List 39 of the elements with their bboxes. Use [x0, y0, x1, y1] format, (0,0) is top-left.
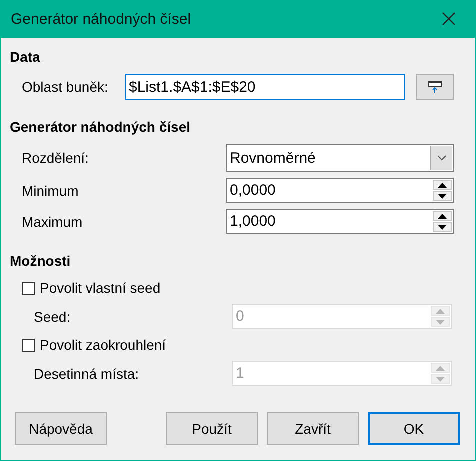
spin-up-button[interactable]: [433, 180, 452, 190]
close-icon: [442, 12, 456, 26]
field-label: Seed:: [34, 308, 72, 324]
checkbox[interactable]: [22, 338, 35, 352]
up-arrow-icon: [438, 214, 447, 218]
field-label: Minimum: [22, 182, 80, 198]
spin-up-button[interactable]: [433, 211, 452, 221]
field-label: Oblast buněk:: [22, 79, 110, 95]
dialog-button[interactable]: Nápověda: [15, 412, 107, 445]
field-label: Desetinná místa:: [34, 366, 140, 382]
spin-down-button[interactable]: [433, 222, 452, 232]
dialog-button[interactable]: OK: [368, 412, 460, 445]
field-label: Rozdělení:: [22, 150, 90, 166]
section-heading: Možnosti: [10, 252, 72, 270]
dialog-button[interactable]: Zavřít: [267, 412, 359, 445]
up-arrow-icon: [436, 308, 445, 314]
number-field[interactable]: 1,0000: [226, 209, 454, 234]
up-arrow-icon: [436, 366, 445, 370]
up-arrow-icon: [438, 182, 447, 188]
down-arrow-icon: [438, 194, 447, 198]
chevron-icon: [436, 155, 446, 161]
checkbox-label: Povolit zaokrouhlení: [40, 337, 166, 353]
window-title: Generátor náhodných čísel: [11, 10, 192, 28]
shrink-icon: [428, 81, 442, 93]
section-heading: Generátor náhodných čísel: [10, 118, 192, 136]
down-arrow-icon: [438, 224, 447, 230]
checkbox[interactable]: [22, 282, 35, 294]
section-heading: Data: [10, 48, 42, 66]
distribution-dropdown[interactable]: Rovnoměrné: [226, 144, 454, 172]
checkbox-label: Povolit vlastní seed: [40, 280, 161, 296]
spin-down-button[interactable]: [433, 191, 452, 201]
field-label: Maximum: [22, 214, 84, 230]
shrink-button[interactable]: [416, 74, 454, 100]
dropdown-button[interactable]: [430, 146, 452, 170]
down-arrow-icon: [436, 376, 445, 382]
dialog-button[interactable]: Použít: [166, 412, 258, 445]
range-field[interactable]: $List1.$A$1:$E$20: [125, 74, 406, 100]
down-arrow-icon: [436, 320, 445, 324]
number-field[interactable]: 0,0000: [226, 178, 454, 203]
